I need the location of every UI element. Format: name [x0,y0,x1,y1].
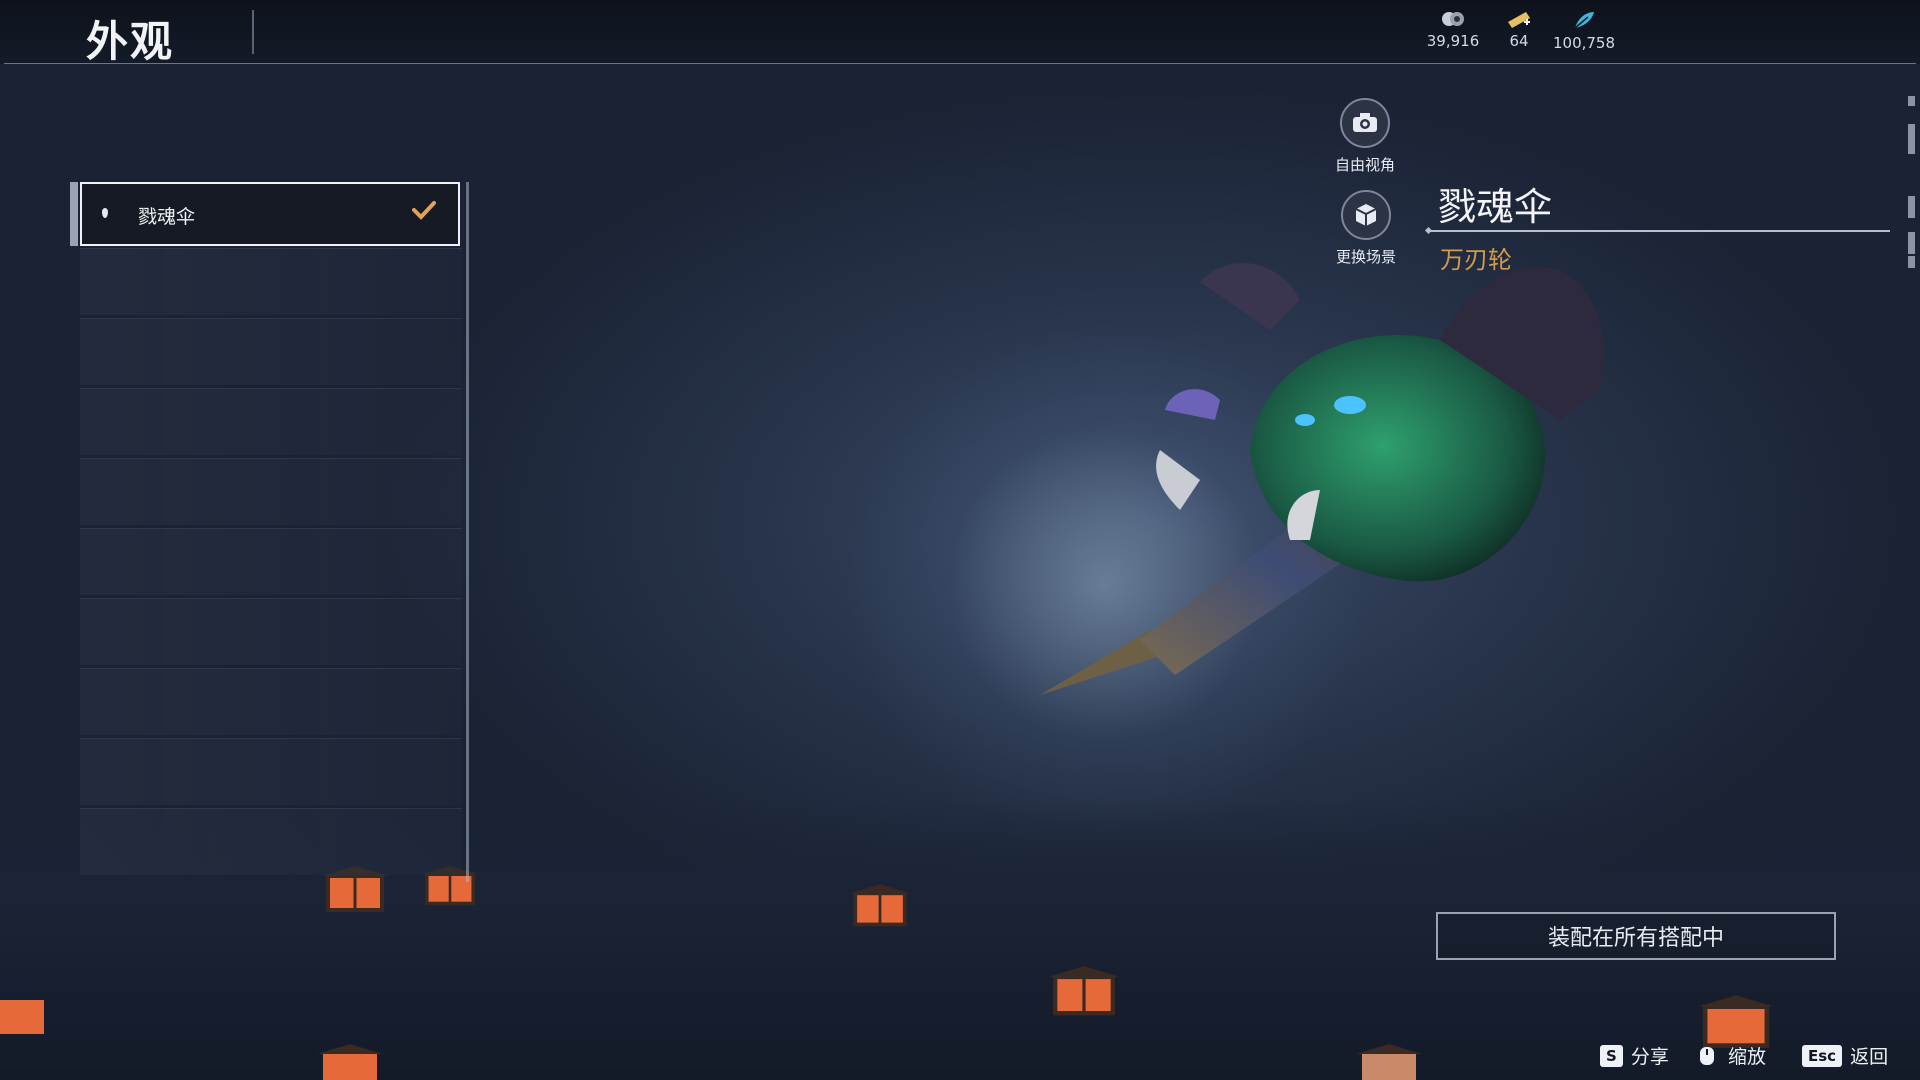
list-item-label: 戮魂伞 [138,206,196,228]
skin-list [80,182,462,882]
feather-icon [1574,12,1594,29]
back-label: 返回 [1850,1046,1889,1068]
weapon-model [1040,262,1604,695]
top-bar-rule [4,63,1916,64]
list-item-empty [80,528,462,595]
list-item-selected[interactable]: 戮魂伞 [70,182,460,246]
list-scrollbar[interactable] [466,182,469,882]
scene-background: 外观 39,916 64 100,758 戮魂伞 自由视角 更换场景 戮魂伞 万… [0,0,1920,1080]
share-label: 分享 [1630,1046,1669,1068]
side-scroll-mark [1908,196,1915,218]
list-item-empty [80,668,462,735]
share-hint[interactable]: S 分享 [1600,1042,1669,1069]
list-item-empty [80,808,462,875]
camera-icon [1340,98,1390,148]
lantern-decoration [1356,1044,1422,1080]
side-scroll-mark [1908,124,1915,154]
lantern-decoration [849,884,911,927]
coin-icon [1442,12,1464,26]
list-item-empty [80,458,462,525]
page-title: 外观 [86,17,175,66]
item-type: 万刃轮 [1440,246,1512,274]
list-item-empty [80,738,462,805]
droplet-icon [102,208,108,218]
currency-feather: 100,758 [1539,10,1629,52]
zoom-hint[interactable]: 缩放 [1696,1042,1766,1069]
list-item-empty [80,248,462,315]
free-view-label: 自由视角 [1334,156,1395,174]
side-scroll-mark [1908,256,1915,268]
side-scroll-mark [1908,96,1915,106]
item-name-rule [1428,230,1890,232]
selection-marker [70,182,78,246]
list-item-empty [80,388,462,455]
lantern-decoration [1048,966,1120,1016]
list-item-empty [80,318,462,385]
share-key: S [1600,1044,1623,1067]
checkmark-icon [412,201,436,220]
item-name: 戮魂伞 [1438,185,1553,229]
list-item-empty [80,598,462,665]
feather-amount: 100,758 [1552,34,1616,52]
cube-icon [1341,190,1391,240]
lantern-decoration [317,1044,383,1080]
change-scene-label: 更换场景 [1335,248,1396,266]
side-scroll-mark [1908,232,1915,254]
change-scene-button[interactable]: 更换场景 [1311,190,1421,267]
equip-all-button[interactable]: 装配在所有搭配中 [1436,912,1836,960]
zoom-label: 缩放 [1728,1046,1767,1068]
lantern-decoration [0,1000,44,1034]
top-bar: 外观 39,916 64 100,758 [0,0,1920,66]
mouse-icon [1700,1046,1714,1065]
esc-key: Esc [1802,1044,1843,1067]
title-divider [252,10,254,54]
free-view-button[interactable]: 自由视角 [1310,98,1420,175]
back-hint[interactable]: Esc 返回 [1802,1042,1888,1069]
ticket-icon [1508,12,1530,28]
